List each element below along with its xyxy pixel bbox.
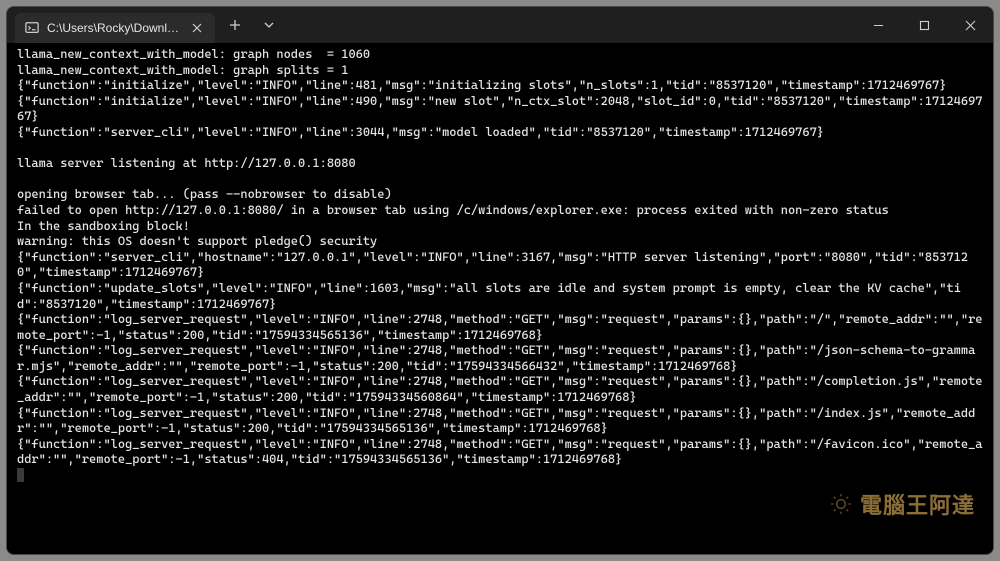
terminal-window: C:\Users\Rocky\Downloads\la xyxy=(6,6,994,555)
new-tab-button[interactable] xyxy=(221,11,249,39)
close-tab-button[interactable] xyxy=(189,20,205,36)
titlebar: C:\Users\Rocky\Downloads\la xyxy=(7,7,993,43)
tab-active[interactable]: C:\Users\Rocky\Downloads\la xyxy=(15,13,215,43)
minimize-button[interactable] xyxy=(855,7,901,43)
cursor xyxy=(17,468,24,482)
maximize-button[interactable] xyxy=(901,7,947,43)
tab-dropdown-button[interactable] xyxy=(255,11,283,39)
terminal-output[interactable]: llama_new_context_with_model: graph node… xyxy=(7,43,993,554)
close-window-button[interactable] xyxy=(947,7,993,43)
tab-title: C:\Users\Rocky\Downloads\la xyxy=(47,21,181,35)
window-controls xyxy=(855,7,993,43)
terminal-icon xyxy=(25,21,39,35)
